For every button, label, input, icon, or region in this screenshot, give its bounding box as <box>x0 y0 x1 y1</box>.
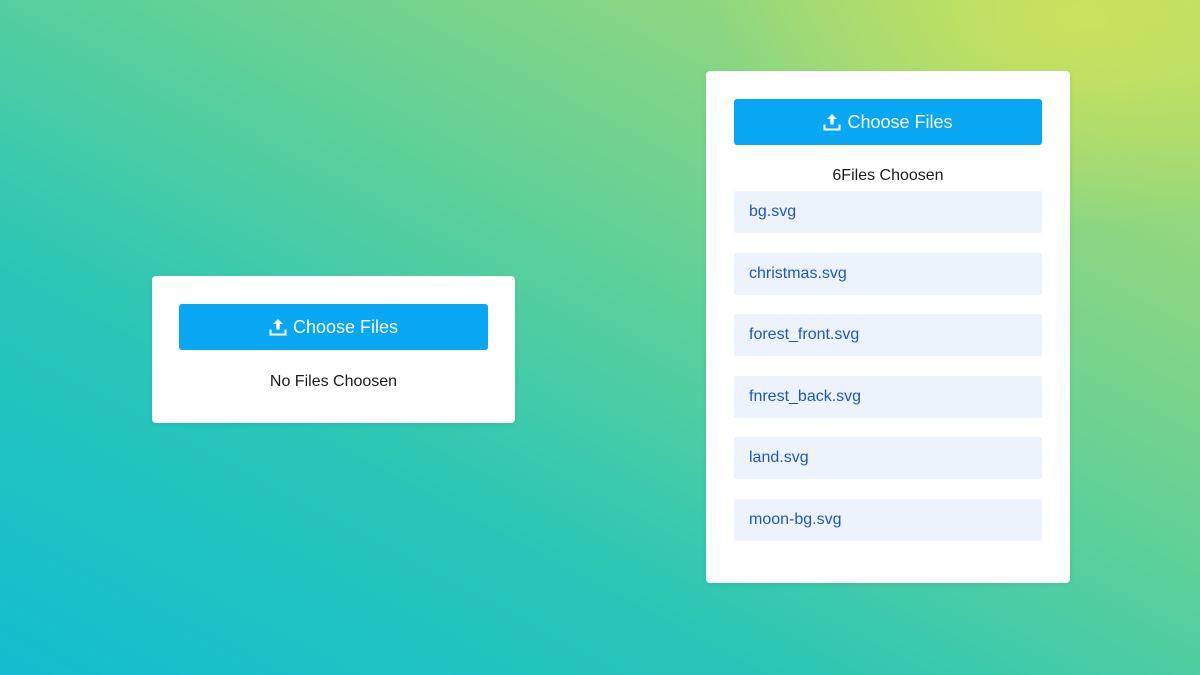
choose-files-button[interactable]: Choose Files <box>734 99 1042 145</box>
file-list-item: bg.svg <box>734 191 1042 233</box>
file-status-text: 6Files Choosen <box>832 167 944 184</box>
file-list-item: forest_front.svg <box>734 314 1042 356</box>
choose-files-label: Choose Files <box>847 111 953 132</box>
file-picker-empty: Choose Files No Files Choosen <box>152 276 515 423</box>
upload-icon <box>269 318 287 336</box>
file-list-item: christmas.svg <box>734 252 1042 295</box>
file-list-item: land.svg <box>734 437 1042 479</box>
file-picker-selected: Choose Files 6Files Choosen bg.svg chris… <box>706 71 1070 583</box>
file-list-item: fnrest_back.svg <box>734 375 1042 418</box>
choose-files-button[interactable]: Choose Files <box>179 304 488 350</box>
file-list-item: moon-bg.svg <box>734 498 1042 541</box>
choose-files-label: Choose Files <box>292 316 399 337</box>
file-status-text: No Files Choosen <box>269 373 398 390</box>
file-list: bg.svg christmas.svg forest_front.svg fn… <box>734 191 1042 541</box>
upload-icon <box>823 113 841 131</box>
